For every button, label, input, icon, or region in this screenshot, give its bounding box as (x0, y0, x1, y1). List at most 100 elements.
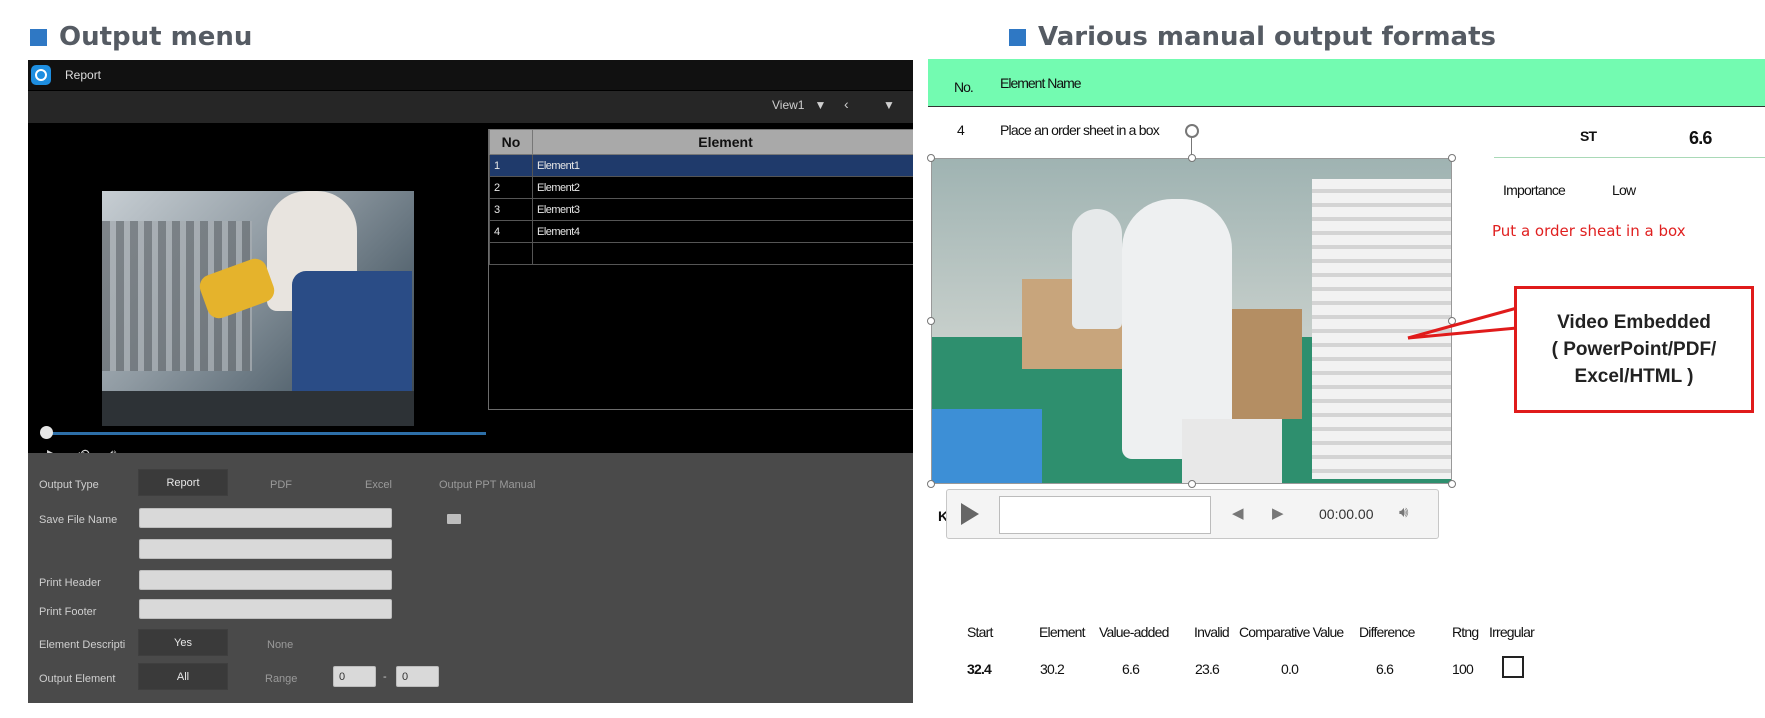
summary-header-difference: Difference (1359, 624, 1415, 640)
summary-header-irregular: Irregular (1489, 624, 1535, 640)
app-clock-icon (31, 65, 51, 85)
video-embedded-callout: Video Embedded ( PowerPoint/PDF/ Excel/H… (1514, 286, 1754, 413)
print-footer-label: Print Footer (39, 606, 97, 618)
table-row[interactable]: 1 Element1 (489, 154, 913, 177)
seek-handle[interactable] (40, 426, 53, 439)
header-no: No. (954, 79, 974, 95)
print-header-input[interactable] (139, 570, 392, 590)
toolbar: View1 ▼ ‹ ▼ (28, 91, 913, 123)
row-element (532, 242, 913, 265)
media-player-controls: ◀︎ ▶︎ 00:00.00 🔊︎ (946, 489, 1439, 539)
summary-header-value-added: Value-added (1099, 624, 1169, 640)
table-row[interactable]: 2 Element2 (489, 176, 913, 199)
table-row[interactable]: 3 Element3 (489, 198, 913, 221)
row-no: 4 (489, 220, 533, 243)
summary-header-comparative-value: Comparative Value (1239, 624, 1344, 640)
summary-header-start: Start (967, 624, 993, 640)
play-icon[interactable] (961, 503, 979, 525)
summary-value-comparative: 0.0 (1281, 661, 1299, 677)
section-title-text: Various manual output formats (1038, 22, 1496, 52)
element-description-none-option[interactable]: None (267, 639, 293, 651)
step-forward-icon[interactable]: ▶︎ (1272, 504, 1284, 522)
title-bar: Report (28, 60, 913, 90)
summary-header-rtng: Rtng (1452, 624, 1479, 640)
video-thumbnail[interactable] (102, 191, 414, 426)
row-element: Element4 (532, 220, 913, 243)
range-to-input[interactable] (396, 666, 439, 687)
view-selector[interactable]: View1 ▼ (772, 98, 826, 112)
caret-down-icon: ▼ (814, 98, 827, 112)
heading-square-icon (30, 28, 47, 46)
column-header-element[interactable]: Element (532, 129, 913, 155)
step-back-icon[interactable]: ◀︎ (1232, 504, 1244, 522)
column-header-no[interactable]: No (489, 129, 533, 155)
save-file-name-input[interactable] (139, 508, 392, 528)
resize-handle[interactable] (1448, 480, 1456, 488)
summary-header-invalid: Invalid (1194, 624, 1230, 640)
resize-handle[interactable] (1188, 154, 1196, 162)
summary-header-element: Element (1039, 624, 1086, 640)
output-type-label: Output Type (39, 479, 99, 491)
row-no (489, 242, 533, 265)
element-description-label: Element Descripti (39, 639, 126, 651)
table-row[interactable]: 4 Element4 (489, 220, 913, 243)
print-header-label: Print Header (39, 577, 101, 589)
section-title-manual-formats: Various manual output formats (1009, 22, 1496, 52)
st-underline (1494, 157, 1765, 158)
print-footer-input[interactable] (139, 599, 392, 619)
section-title-text: Output menu (59, 22, 253, 52)
embedded-video[interactable] (931, 158, 1452, 484)
element-table-pane: No Element 1 Element1 2 Element2 3 Eleme… (488, 129, 913, 410)
element-row-no: 4 (957, 122, 965, 138)
row-no: 3 (489, 198, 533, 221)
st-label: ST (1580, 128, 1597, 144)
summary-value-element: 30.2 (1040, 661, 1065, 677)
save-file-path-input[interactable] (139, 539, 392, 559)
callout-line-1: Video Embedded (1557, 312, 1711, 333)
output-type-excel-option[interactable]: Excel (365, 479, 392, 491)
resize-handle[interactable] (927, 317, 935, 325)
element-description-yes-button[interactable]: Yes (138, 629, 228, 656)
resize-handle[interactable] (1188, 480, 1196, 488)
media-time: 00:00.00 (1319, 506, 1374, 522)
volume-icon[interactable]: 🔊︎ (1399, 504, 1408, 521)
range-from-input[interactable] (333, 666, 376, 687)
summary-value-invalid: 23.6 (1195, 661, 1220, 677)
summary-value-start: 32.4 (967, 661, 992, 677)
header-element-name: Element Name (1000, 75, 1082, 91)
save-file-name-label: Save File Name (39, 514, 118, 526)
element-table: No Element 1 Element1 2 Element2 3 Eleme… (489, 129, 913, 265)
range-label: Range (265, 673, 298, 685)
output-element-all-button[interactable]: All (138, 663, 228, 690)
resize-handle[interactable] (1448, 154, 1456, 162)
resize-handle[interactable] (927, 480, 935, 488)
summary-value-value-added: 6.6 (1122, 661, 1140, 677)
row-no: 1 (489, 154, 533, 177)
element-note: Put a order sheat in a box (1492, 222, 1686, 240)
importance-label: Importance (1503, 182, 1566, 198)
view-menu-button[interactable]: ▼ (883, 98, 895, 112)
importance-value: Low (1612, 182, 1636, 198)
output-type-pdf-option[interactable]: PDF (270, 479, 292, 491)
row-element: Element3 (532, 198, 913, 221)
heading-square-icon (1009, 28, 1026, 46)
st-value: 6.6 (1689, 128, 1712, 148)
callout-line-2: ( PowerPoint/PDF/ (1551, 339, 1717, 360)
rotate-handle-icon[interactable] (1185, 124, 1199, 138)
prev-view-button[interactable]: ‹ (844, 96, 849, 112)
seek-bar[interactable] (46, 432, 486, 435)
row-element: Element1 (532, 154, 913, 177)
output-type-report-button[interactable]: Report (138, 469, 228, 496)
resize-handle[interactable] (927, 154, 935, 162)
output-element-label: Output Element (39, 673, 116, 685)
media-seek-bar[interactable] (999, 496, 1211, 534)
section-title-output-menu: Output menu (30, 22, 252, 52)
video-pane: ▶ ⟲ 🔊︎ (28, 123, 490, 462)
report-app-window: Report View1 ▼ ‹ ▼ ▶ ⟲ 🔊︎ No (28, 60, 913, 703)
output-ppt-manual-option[interactable]: Output PPT Manual (439, 479, 535, 491)
table-row[interactable] (489, 242, 913, 265)
folder-icon[interactable] (447, 514, 461, 524)
irregular-checkbox[interactable] (1502, 656, 1524, 678)
row-no: 2 (489, 176, 533, 199)
output-settings-panel: Output Type Report PDF Excel Output PPT … (28, 453, 913, 703)
